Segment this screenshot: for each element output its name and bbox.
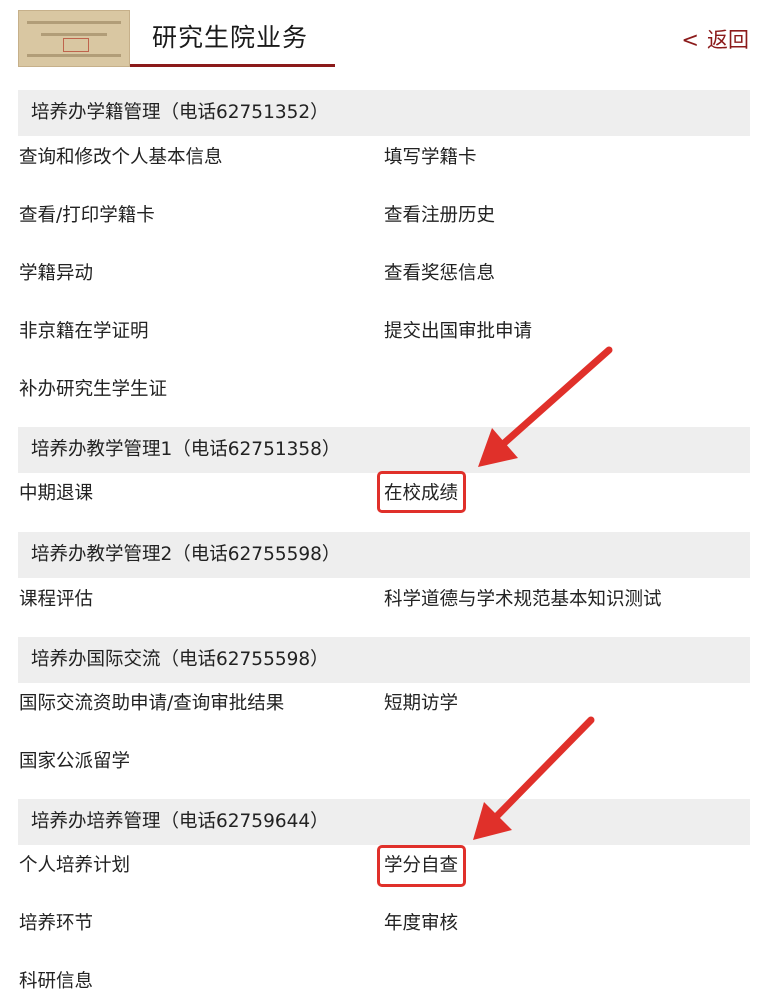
link-course-evaluation[interactable]: 课程评估 — [19, 587, 93, 613]
link-training-stages[interactable]: 培养环节 — [19, 911, 93, 937]
section-header-international: 培养办国际交流（电话62755598） — [18, 637, 750, 683]
link-personal-training-plan[interactable]: 个人培养计划 — [19, 853, 130, 879]
link-view-registration-history[interactable]: 查看注册历史 — [384, 203, 495, 229]
link-short-term-visit[interactable]: 短期访学 — [384, 691, 458, 717]
link-state-sponsored-study-abroad[interactable]: 国家公派留学 — [19, 749, 130, 775]
link-fill-status-card[interactable]: 填写学籍卡 — [384, 145, 477, 171]
link-reissue-student-card[interactable]: 补办研究生学生证 — [19, 377, 167, 403]
section-header-student-status: 培养办学籍管理（电话62751352） — [18, 90, 750, 136]
link-academic-ethics-test[interactable]: 科学道德与学术规范基本知识测试 — [384, 587, 662, 613]
grades-highlight-box — [377, 471, 466, 513]
chevron-left-icon: < — [681, 28, 699, 52]
page-title: 研究生院业务 — [152, 23, 309, 52]
link-query-modify-personal-info[interactable]: 查询和修改个人基本信息 — [19, 145, 223, 171]
section-header-teaching-2: 培养办教学管理2（电话62755598） — [18, 532, 750, 578]
section-header-training: 培养办培养管理（电话62759644） — [18, 799, 750, 845]
link-research-info[interactable]: 科研信息 — [19, 969, 93, 995]
back-label: 返回 — [707, 28, 749, 52]
link-status-change[interactable]: 学籍异动 — [19, 261, 93, 287]
link-exchange-funding-application[interactable]: 国际交流资助申请/查询审批结果 — [19, 691, 284, 717]
header: 研究生院业务 < 返回 — [0, 0, 765, 72]
link-annual-review[interactable]: 年度审核 — [384, 911, 458, 937]
link-view-print-status-card[interactable]: 查看/打印学籍卡 — [19, 203, 155, 229]
link-view-rewards-penalties[interactable]: 查看奖惩信息 — [384, 261, 495, 287]
back-button[interactable]: < 返回 — [681, 24, 749, 54]
link-non-beijing-enrollment-certificate[interactable]: 非京籍在学证明 — [19, 319, 149, 345]
title-underline — [130, 64, 335, 67]
link-midterm-drop-course[interactable]: 中期退课 — [19, 481, 93, 507]
section-header-teaching-1: 培养办教学管理1（电话62751358） — [18, 427, 750, 473]
link-submit-abroad-application[interactable]: 提交出国审批申请 — [384, 319, 532, 345]
logo-image — [18, 10, 130, 67]
credit-check-highlight-box — [377, 845, 466, 887]
